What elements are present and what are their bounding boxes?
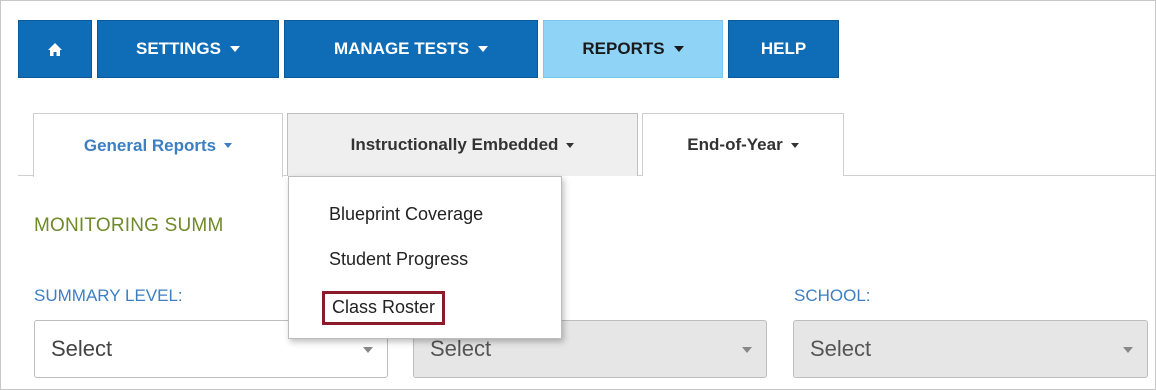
manage-tests-label: MANAGE TESTS <box>333 39 470 58</box>
menu-item-blueprint-coverage[interactable]: Blueprint Coverage <box>329 204 483 225</box>
tab-eoy-label: End-of-Year <box>687 135 783 154</box>
district-select-value: Select <box>430 336 492 361</box>
chevron-down-icon <box>742 347 752 353</box>
chevron-down-icon <box>790 142 799 148</box>
tab-general-label: General Reports <box>83 135 217 155</box>
settings-menu-button[interactable]: SETTINGS <box>97 20 279 78</box>
chevron-down-icon <box>363 347 373 353</box>
section-title: MONITORING SUMM <box>34 215 224 236</box>
chevron-down-icon <box>230 46 240 52</box>
reports-menu-button[interactable]: REPORTS <box>543 20 723 78</box>
school-label: SCHOOL: <box>794 286 871 305</box>
embedded-dropdown-menu: Blueprint Coverage Student Progress Clas… <box>288 176 562 339</box>
summary-level-select-value: Select <box>51 336 113 361</box>
tab-instructionally-embedded[interactable]: Instructionally Embedded <box>287 113 638 176</box>
chevron-down-icon <box>1123 347 1133 353</box>
menu-item-student-progress[interactable]: Student Progress <box>329 249 468 270</box>
chevron-down-icon <box>478 46 489 52</box>
tab-general-reports[interactable]: General Reports <box>33 113 283 177</box>
tab-end-of-year[interactable]: End-of-Year <box>642 113 844 176</box>
chevron-down-icon <box>224 143 233 148</box>
chevron-down-icon <box>566 142 575 148</box>
manage-tests-menu-button[interactable]: MANAGE TESTS <box>284 20 538 78</box>
menu-item-class-roster[interactable]: Class Roster <box>322 291 446 325</box>
chevron-down-icon <box>673 46 684 52</box>
settings-label: SETTINGS <box>135 39 221 58</box>
school-select-value: Select <box>810 336 872 361</box>
home-button[interactable] <box>18 20 92 78</box>
top-nav: SETTINGS MANAGE TESTS REPORTS HELP <box>18 20 839 78</box>
help-button[interactable]: HELP <box>728 20 839 78</box>
tab-embedded-label: Instructionally Embedded <box>350 135 559 154</box>
summary-level-label: SUMMARY LEVEL: <box>34 286 183 305</box>
reports-label: REPORTS <box>582 39 665 58</box>
app-frame: SETTINGS MANAGE TESTS REPORTS HELP Gener… <box>0 0 1156 390</box>
help-label: HELP <box>760 39 807 58</box>
home-icon <box>48 42 62 56</box>
school-select[interactable]: Select <box>793 320 1148 378</box>
